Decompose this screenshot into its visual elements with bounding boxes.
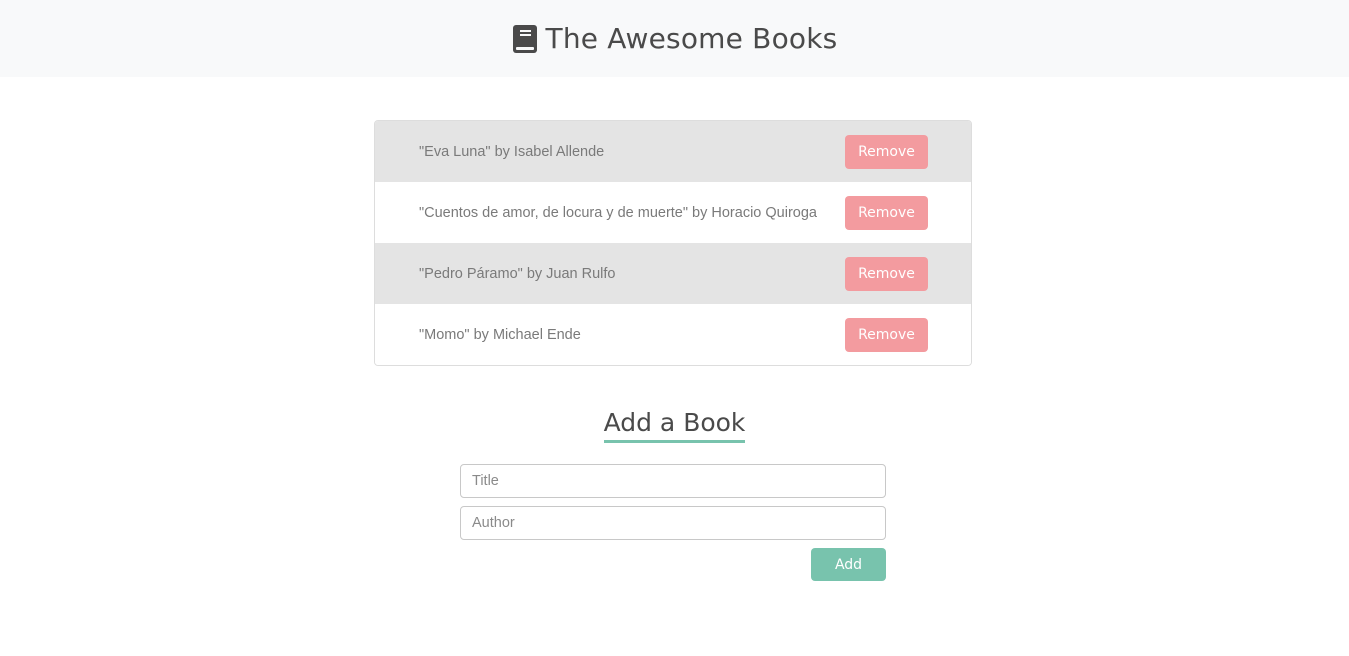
book-icon (512, 24, 538, 54)
add-button-row: Add (460, 548, 886, 581)
book-list-item: "Eva Luna" by Isabel Allende Remove (375, 121, 971, 182)
app-header: The Awesome Books (0, 0, 1349, 77)
book-entry-text: "Pedro Páramo" by Juan Rulfo (419, 265, 616, 282)
remove-button[interactable]: Remove (845, 317, 928, 352)
book-list-item: "Momo" by Michael Ende Remove (375, 304, 971, 365)
add-book-form: Add (460, 464, 886, 581)
app-title: The Awesome Books (545, 22, 838, 55)
add-button[interactable]: Add (811, 548, 886, 581)
remove-button[interactable]: Remove (845, 195, 928, 230)
book-entry-text: "Eva Luna" by Isabel Allende (419, 143, 605, 160)
book-list-item: "Cuentos de amor, de locura y de muerte"… (375, 182, 971, 243)
book-list-item: "Pedro Páramo" by Juan Rulfo Remove (375, 243, 971, 304)
remove-button[interactable]: Remove (845, 256, 928, 291)
header-brand: The Awesome Books (512, 22, 838, 55)
book-list: "Eva Luna" by Isabel Allende Remove "Cue… (374, 120, 972, 366)
add-book-heading: Add a Book (603, 406, 746, 443)
title-input[interactable] (460, 464, 886, 498)
remove-button[interactable]: Remove (845, 134, 928, 169)
book-entry-text: "Cuentos de amor, de locura y de muerte"… (419, 204, 817, 221)
author-input[interactable] (460, 506, 886, 540)
add-book-heading-wrap: Add a Book (0, 406, 1349, 443)
book-entry-text: "Momo" by Michael Ende (419, 326, 581, 343)
